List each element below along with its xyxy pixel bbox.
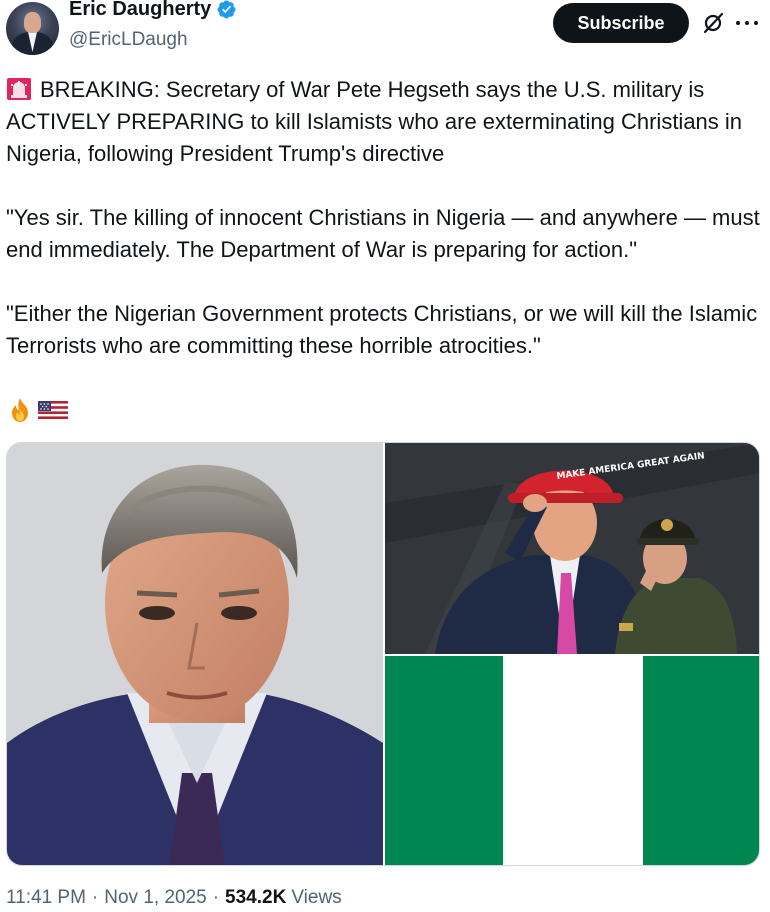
more-dot <box>745 21 749 25</box>
salute-photo[interactable]: MAKE AMERICA GREAT AGAIN <box>385 443 759 654</box>
nigeria-flag-green-left <box>385 656 503 865</box>
avatar-face <box>24 12 41 33</box>
tweet-time[interactable]: 11:41 PM <box>6 887 86 909</box>
meta-separator: · <box>91 887 99 908</box>
more-dot <box>754 21 758 25</box>
tweet-paragraph-1: BREAKING: Secretary of War Pete Hegseth … <box>6 74 766 170</box>
avatar[interactable] <box>6 2 59 55</box>
tweet-header: Eric Daugherty @EricLDaugh Subscribe <box>0 0 770 70</box>
tweet-text: BREAKING: Secretary of War Pete Hegseth … <box>6 74 766 426</box>
tweet-date[interactable]: Nov 1, 2025 <box>104 887 206 909</box>
nigeria-flag-white-center <box>503 656 643 865</box>
grok-icon[interactable] <box>701 11 725 35</box>
nigeria-flag-green-right <box>643 656 759 865</box>
nigeria-flag[interactable] <box>385 656 759 865</box>
views-label[interactable]: Views <box>291 887 341 909</box>
emoji-row <box>6 394 766 426</box>
portrait-photo[interactable] <box>7 443 383 865</box>
subscribe-button[interactable]: Subscribe <box>553 3 689 43</box>
tweet-paragraph-1-text: BREAKING: Secretary of War Pete Hegseth … <box>6 77 743 166</box>
author-handle[interactable]: @EricLDaugh <box>69 29 188 51</box>
siren-icon <box>7 78 31 100</box>
verified-badge-icon[interactable] <box>216 0 237 20</box>
tweet-meta: 11:41 PM · Nov 1, 2025 · 534.2K Views <box>6 887 342 909</box>
us-flag-icon <box>38 401 68 419</box>
portrait-photo-drawing <box>7 443 383 865</box>
salute-photo-drawing: MAKE AMERICA GREAT AGAIN <box>385 443 759 654</box>
author-display-name[interactable]: Eric Daugherty <box>69 0 211 21</box>
media-grid: MAKE AMERICA GREAT AGAIN <box>6 442 760 866</box>
fire-icon <box>12 398 28 422</box>
tweet-paragraph-2: "Yes sir. The killing of innocent Christ… <box>6 205 760 262</box>
more-options-icon[interactable] <box>736 12 758 34</box>
tweet-paragraph-3: "Either the Nigerian Government protects… <box>6 301 758 358</box>
more-dot <box>736 21 740 25</box>
meta-separator: · <box>212 887 220 908</box>
views-count[interactable]: 534.2K <box>225 887 286 909</box>
author-name-row[interactable]: Eric Daugherty <box>69 0 237 24</box>
